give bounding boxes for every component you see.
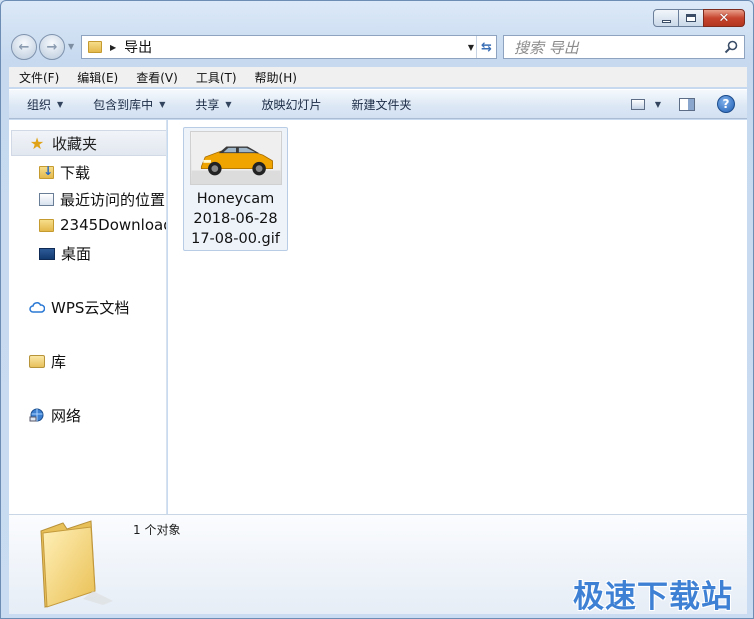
menu-file[interactable]: 文件(F) xyxy=(9,69,67,86)
folder-icon xyxy=(40,520,113,608)
recent-pages-dropdown[interactable]: ▼ xyxy=(68,42,74,51)
chevron-down-icon: ▼ xyxy=(225,99,232,109)
close-icon: ✕ xyxy=(718,10,730,26)
navigation-pane: ★ 收藏夹 下载 最近访问的位置 2345Downloads 桌面 WPS云文档 xyxy=(9,120,167,514)
caption-buttons: ✕ xyxy=(653,9,745,27)
watermark-logo: 极速下载站 xyxy=(573,579,733,615)
network-icon xyxy=(29,408,44,422)
desktop-icon xyxy=(39,247,55,260)
refresh-icon: ⇆ xyxy=(481,39,492,55)
file-name[interactable]: Honeycam 2018-06-28 17-08-00.gif xyxy=(184,189,287,249)
nav-item-label: WPS云文档 xyxy=(51,299,130,317)
star-icon: ★ xyxy=(29,133,45,153)
minimize-button[interactable] xyxy=(653,9,679,27)
refresh-button[interactable]: ⇆ xyxy=(476,36,496,58)
chevron-right-icon[interactable]: ▶ xyxy=(110,43,116,52)
address-bar[interactable]: ▶ 导出 ▼ ⇆ xyxy=(81,35,497,59)
share-label: 共享 xyxy=(195,97,220,112)
nav-favorites[interactable]: ★ 收藏夹 xyxy=(11,130,166,156)
nav-item-libraries[interactable]: 库 xyxy=(29,351,66,372)
slideshow-button[interactable]: 放映幻灯片 xyxy=(262,96,322,113)
menu-tools[interactable]: 工具(T) xyxy=(186,69,245,86)
share-button[interactable]: 共享 ▼ xyxy=(195,96,231,113)
organize-label: 组织 xyxy=(27,97,52,112)
folder-icon xyxy=(88,41,102,53)
nav-item-desktop[interactable]: 桌面 xyxy=(39,243,91,264)
include-in-library-label: 包含到库中 xyxy=(93,97,154,112)
view-controls: ▼ ? xyxy=(630,95,735,113)
organize-button[interactable]: 组织 ▼ xyxy=(27,96,63,113)
download-folder-icon xyxy=(39,164,54,179)
recent-places-icon xyxy=(39,193,54,206)
chevron-down-icon: ▼ xyxy=(159,99,166,109)
details-pane: 1 个对象 极速下载站 xyxy=(9,514,747,615)
command-bar: 组织 ▼ 包含到库中 ▼ 共享 ▼ 放映幻灯片 新建文件夹 ▼ ? xyxy=(9,89,747,119)
item-count: 1 个对象 xyxy=(133,523,181,537)
help-icon[interactable]: ? xyxy=(717,95,735,113)
menu-edit[interactable]: 编辑(E) xyxy=(67,69,126,86)
search-placeholder: 搜索 导出 xyxy=(514,38,579,57)
change-view-icon[interactable] xyxy=(630,98,645,110)
minimize-icon xyxy=(661,19,671,23)
nav-item-label: 最近访问的位置 xyxy=(60,191,166,209)
cloud-icon xyxy=(29,301,45,313)
nav-item-2345downloads[interactable]: 2345Downloads xyxy=(39,216,166,234)
address-history-dropdown[interactable]: ▼ xyxy=(468,43,474,52)
nav-item-label: 库 xyxy=(51,353,67,371)
nav-item-wps-cloud[interactable]: WPS云文档 xyxy=(29,297,129,318)
breadcrumb-current[interactable]: 导出 xyxy=(124,37,152,57)
new-folder-button[interactable]: 新建文件夹 xyxy=(352,96,412,113)
nav-item-label: 2345Downloads xyxy=(60,216,166,234)
search-icon[interactable] xyxy=(724,40,738,54)
back-button[interactable]: ← xyxy=(11,34,37,60)
nav-item-label: 桌面 xyxy=(61,245,92,263)
nav-item-network[interactable]: 网络 xyxy=(29,405,81,426)
nav-item-recent-places[interactable]: 最近访问的位置 xyxy=(39,189,165,210)
maximize-button[interactable] xyxy=(678,9,704,27)
file-list[interactable]: Honeycam 2018-06-28 17-08-00.gif xyxy=(168,120,747,514)
search-box[interactable]: 搜索 导出 xyxy=(503,35,745,59)
view-options-dropdown[interactable]: ▼ xyxy=(655,100,661,109)
maximize-icon xyxy=(686,14,696,22)
folder-icon xyxy=(39,218,54,232)
nav-item-label: 下载 xyxy=(60,164,91,182)
menu-view[interactable]: 查看(V) xyxy=(126,69,186,86)
file-item[interactable]: Honeycam 2018-06-28 17-08-00.gif xyxy=(183,127,288,251)
orange-suv-thumbnail xyxy=(190,131,282,185)
chevron-down-icon: ▼ xyxy=(57,99,64,109)
nav-item-downloads[interactable]: 下载 xyxy=(39,162,90,183)
arrow-right-icon: → xyxy=(46,39,58,55)
preview-pane-icon[interactable] xyxy=(679,97,695,111)
menu-bar: 文件(F) 编辑(E) 查看(V) 工具(T) 帮助(H) xyxy=(9,67,747,87)
close-button[interactable]: ✕ xyxy=(703,9,745,27)
forward-button[interactable]: → xyxy=(39,34,65,60)
nav-favorites-label: 收藏夹 xyxy=(52,134,98,153)
library-icon xyxy=(29,355,45,368)
include-in-library-button[interactable]: 包含到库中 ▼ xyxy=(93,96,165,113)
explorer-window: ✕ ← → ▼ ▶ 导出 ▼ ⇆ 搜索 导出 文件(F) 编辑(E) 查看(V)… xyxy=(0,0,754,619)
menu-help[interactable]: 帮助(H) xyxy=(245,69,305,86)
address-row: ← → ▼ ▶ 导出 ▼ ⇆ 搜索 导出 xyxy=(9,33,747,61)
nav-item-label: 网络 xyxy=(51,407,82,425)
arrow-left-icon: ← xyxy=(18,39,30,55)
